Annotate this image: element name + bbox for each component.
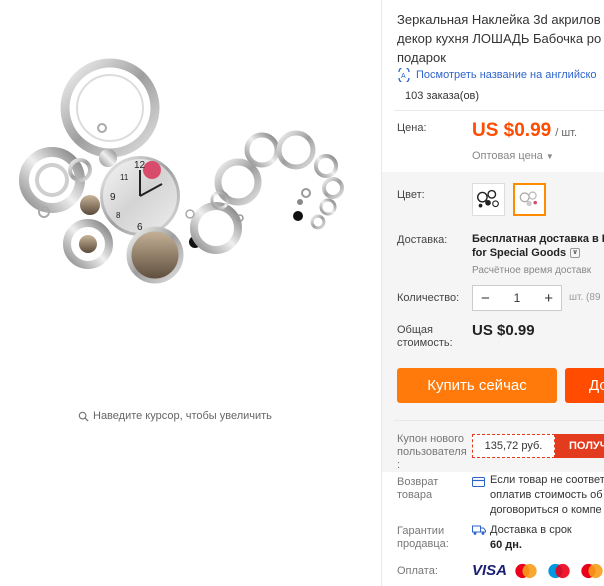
product-title: Зеркальная Наклейка 3d акрилов декор кух…	[397, 10, 604, 67]
svg-text:11: 11	[120, 173, 129, 182]
title-line: декор кухня ЛОШАДЬ Бабочка ро	[397, 31, 602, 46]
shipping-option-select[interactable]: for Special Goods ∨	[472, 247, 581, 259]
color-label: Цвет:	[397, 189, 425, 201]
returns-text-line: договориться о компе	[490, 504, 602, 516]
increase-button[interactable]: +	[544, 290, 553, 307]
mastercard-icon	[515, 563, 537, 578]
total-price: US $0.99	[472, 322, 535, 339]
shipping-estimate: Расчётное время доставк	[472, 265, 592, 276]
decrease-button[interactable]: −	[481, 290, 490, 307]
zoom-hint-text: Наведите курсор, чтобы увеличить	[93, 410, 272, 422]
price-unit: / шт.	[555, 127, 578, 139]
svg-text:12: 12	[134, 160, 146, 171]
coupon-label: Купон нового пользователя :	[397, 433, 467, 472]
returns-label: Возврат товара	[397, 476, 438, 502]
total-label: Общая стоимость:	[397, 324, 453, 350]
returns-label-line: товара	[397, 489, 433, 501]
add-to-cart-button[interactable]: До	[565, 368, 604, 403]
guarantee-label-line: Гарантии	[397, 525, 445, 537]
divider	[394, 420, 604, 421]
orders-count: 103 заказа(ов)	[405, 90, 480, 102]
translate-icon: A	[398, 68, 410, 82]
price-amount: US $0.99	[472, 120, 552, 141]
visa-icon: VISA	[472, 562, 508, 579]
magnifier-icon	[78, 411, 89, 422]
price-label: Цена:	[397, 122, 427, 134]
quantity-input[interactable]: 1	[514, 291, 521, 305]
refund-icon	[472, 477, 485, 487]
swatch-thumbnail	[476, 189, 499, 208]
payment-methods: VISA	[472, 562, 604, 579]
title-line: Зеркальная Наклейка 3d акрилов	[397, 12, 601, 27]
guarantee-label: Гарантии продавца:	[397, 525, 449, 551]
quantity-label: Количество:	[397, 292, 460, 304]
total-label-line: Общая	[397, 324, 433, 336]
get-coupon-button[interactable]: ПОЛУЧ	[555, 434, 604, 458]
shipping-label: Доставка:	[397, 234, 448, 246]
price-value: US $0.99/ шт.	[472, 120, 577, 142]
coupon-label-line: Купон нового	[397, 433, 465, 445]
svg-text:9: 9	[110, 192, 116, 203]
shipping-method: Бесплатная доставка в R	[472, 233, 604, 245]
coupon-label-line: :	[397, 459, 401, 471]
quantity-stepper[interactable]: − 1 +	[472, 285, 562, 311]
coupon-amount: 135,72 руб.	[472, 434, 555, 458]
guarantee-text: Доставка в срок	[490, 524, 572, 536]
returns-text-line: оплатив стоимость об	[490, 489, 603, 501]
coupon-label-line: пользователя	[397, 446, 467, 458]
guarantee-days: 60 дн.	[490, 539, 522, 551]
title-line: подарок	[397, 50, 446, 65]
returns-label-line: Возврат	[397, 476, 439, 488]
returns-text: Если товар не соответ оплатив стоимость …	[490, 473, 604, 518]
svg-text:A: A	[401, 73, 406, 80]
chevron-down-icon[interactable]: ∨	[570, 248, 581, 258]
buy-now-button[interactable]: Купить сейчас	[397, 368, 557, 403]
svg-text:8: 8	[116, 211, 121, 220]
wholesale-price-toggle[interactable]: Оптовая цена ▼	[472, 150, 554, 162]
guarantee-label-line: продавца:	[397, 538, 449, 550]
color-swatch-silver[interactable]	[513, 183, 546, 216]
product-detail-panel: Зеркальная Наклейка 3d акрилов декор кух…	[381, 0, 604, 586]
total-label-line: стоимость:	[397, 337, 453, 349]
color-swatch-black[interactable]	[472, 183, 505, 216]
shipping-option-text[interactable]: for Special Goods	[472, 247, 566, 259]
mastercard-icon	[581, 563, 603, 578]
translate-link-text[interactable]: Посмотреть название на английско	[416, 69, 597, 81]
swatch-thumbnail	[519, 191, 537, 207]
product-gallery[interactable]: 12 9 6 11 8 Наведите курсор, чтобы увели…	[0, 0, 380, 586]
returns-text-line: Если товар не соответ	[490, 474, 604, 486]
zoom-hint: Наведите курсор, чтобы увеличить	[78, 410, 272, 422]
delivery-truck-icon	[472, 525, 486, 535]
divider	[394, 110, 604, 111]
maestro-icon	[548, 563, 570, 578]
product-image[interactable]: 12 9 6 11 8	[0, 0, 380, 400]
wholesale-label[interactable]: Оптовая цена	[472, 150, 543, 162]
stock-info: шт. (89	[569, 292, 601, 303]
translate-title-link[interactable]: A Посмотреть название на английско	[397, 68, 597, 82]
caret-down-icon: ▼	[545, 152, 554, 161]
payment-label: Оплата:	[397, 565, 438, 577]
